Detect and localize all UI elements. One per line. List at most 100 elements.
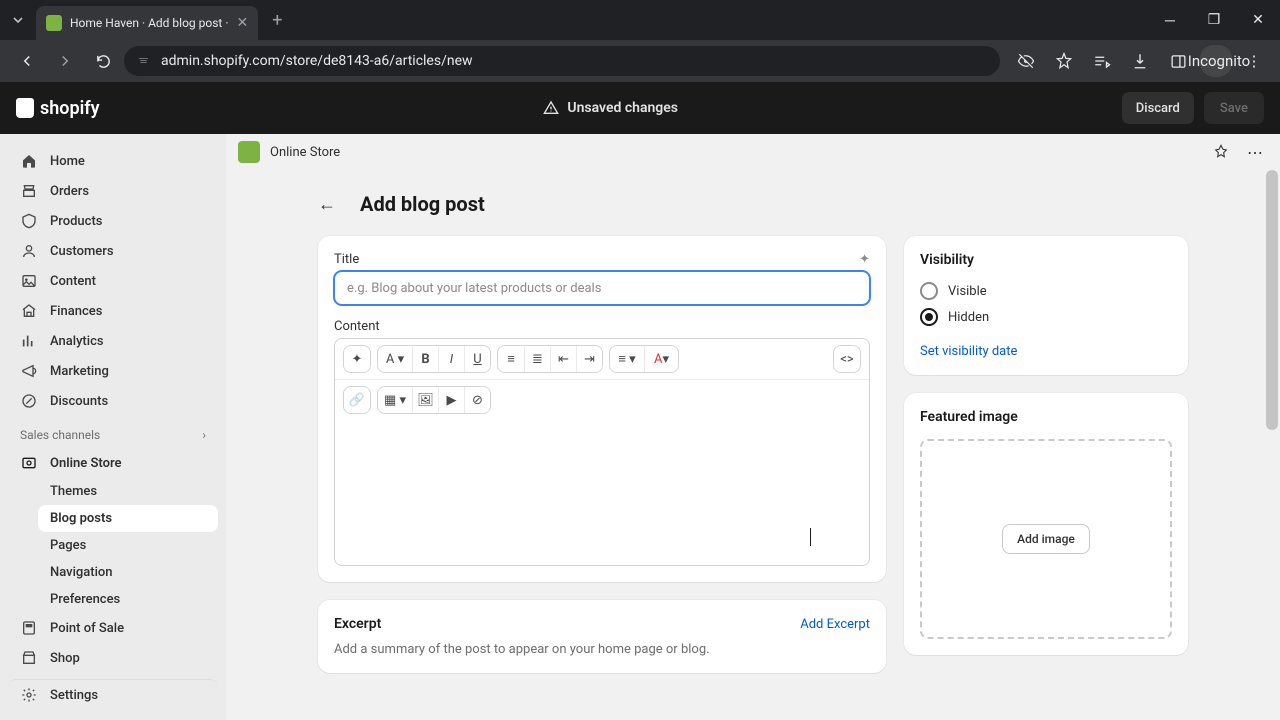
excerpt-description: Add a summary of the post to appear on y…: [334, 642, 870, 657]
more-icon[interactable]: ⋯: [1242, 139, 1268, 165]
browser-tab[interactable]: Home Haven · Add blog post · ✕: [36, 6, 258, 40]
playlist-icon[interactable]: [1086, 45, 1118, 77]
breadcrumb-label[interactable]: Online Store: [270, 145, 340, 160]
customers-icon: [20, 242, 38, 260]
chevron-right-icon: ›: [202, 428, 206, 442]
shopify-logo[interactable]: shopify: [16, 98, 100, 119]
page-header: ← Add blog post: [318, 192, 1188, 216]
italic-button[interactable]: I: [438, 346, 464, 372]
back-button[interactable]: [10, 44, 44, 78]
browser-tab-bar: Home Haven · Add blog post · ✕ + ─ ❐ ✕: [0, 0, 1280, 40]
address-bar[interactable]: admin.shopify.com/store/de8143-a6/articl…: [124, 46, 1000, 76]
visibility-hidden-radio[interactable]: Hidden: [920, 308, 1172, 326]
source-code-button[interactable]: <>: [834, 346, 860, 372]
clear-format-button[interactable]: ⊘: [464, 387, 490, 413]
eye-off-icon[interactable]: [1010, 45, 1042, 77]
reload-button[interactable]: [86, 44, 120, 78]
text-color-button[interactable]: A ▾: [644, 346, 678, 372]
nav-pos[interactable]: Point of Sale: [8, 613, 218, 643]
tab-search-button[interactable]: [0, 3, 36, 37]
pin-icon[interactable]: [1208, 139, 1234, 165]
window-controls: ─ ❐ ✕: [1148, 0, 1280, 40]
menu-icon[interactable]: ⋮: [1238, 45, 1270, 77]
browser-toolbar: admin.shopify.com/store/de8143-a6/articl…: [0, 40, 1280, 82]
page-title: Add blog post: [360, 192, 485, 216]
download-icon[interactable]: [1124, 45, 1156, 77]
paragraph-style-button[interactable]: A ▾: [378, 346, 412, 372]
nav-home[interactable]: Home: [8, 146, 218, 176]
excerpt-title: Excerpt: [334, 616, 381, 632]
nav-discounts[interactable]: Discounts: [8, 386, 218, 416]
minimize-button[interactable]: ─: [1148, 0, 1192, 40]
nav-orders[interactable]: Orders: [8, 176, 218, 206]
link-button[interactable]: 🔗: [344, 387, 370, 413]
visibility-title: Visibility: [920, 252, 1172, 268]
nav-shop[interactable]: Shop: [8, 643, 218, 673]
set-visibility-date-link[interactable]: Set visibility date: [920, 344, 1017, 359]
main-content: Online Store ⋯ ← Add blog post Title ✦: [226, 134, 1280, 720]
table-button[interactable]: ▦ ▾: [378, 387, 412, 413]
nav-settings[interactable]: Settings: [8, 679, 218, 710]
outdent-button[interactable]: ⇤: [550, 346, 576, 372]
store-icon: [20, 454, 38, 472]
nav-analytics[interactable]: Analytics: [8, 326, 218, 356]
sparkle-icon[interactable]: ✦: [859, 252, 870, 267]
add-image-button[interactable]: Add image: [1002, 524, 1090, 554]
sidebar: Home Orders Products Customers Content F…: [0, 134, 226, 720]
new-tab-button[interactable]: +: [258, 10, 296, 31]
numbered-list-button[interactable]: ≣: [524, 346, 550, 372]
visibility-visible-radio[interactable]: Visible: [920, 282, 1172, 300]
image-button[interactable]: 🖼: [412, 387, 438, 413]
title-label-row: Title ✦: [334, 252, 870, 267]
bold-button[interactable]: B: [412, 346, 438, 372]
nav-blog-posts[interactable]: Blog posts: [38, 505, 218, 532]
nav-customers[interactable]: Customers: [8, 236, 218, 266]
incognito-badge[interactable]: Incognito: [1200, 45, 1232, 77]
underline-button[interactable]: U: [464, 346, 490, 372]
discard-button[interactable]: Discard: [1122, 92, 1194, 124]
bookmark-icon[interactable]: [1048, 45, 1080, 77]
nav-products[interactable]: Products: [8, 206, 218, 236]
nav-online-store[interactable]: Online Store: [8, 448, 218, 478]
sales-channels-header[interactable]: Sales channels ›: [8, 416, 218, 448]
marketing-icon: [20, 362, 38, 380]
align-button[interactable]: ≡ ▾: [610, 346, 644, 372]
nav-pages[interactable]: Pages: [38, 532, 218, 559]
content-textarea[interactable]: [335, 420, 869, 565]
site-info-icon[interactable]: [136, 54, 151, 69]
nav-themes[interactable]: Themes: [38, 478, 218, 505]
scrollbar[interactable]: [1266, 170, 1278, 430]
nav-marketing[interactable]: Marketing: [8, 356, 218, 386]
video-button[interactable]: ▶: [438, 387, 464, 413]
products-icon: [20, 212, 38, 230]
featured-image-dropzone[interactable]: Add image: [920, 439, 1172, 639]
content-label: Content: [334, 319, 870, 334]
content-editor: ✦ A ▾ B I U ≡ ≣ ⇤: [334, 338, 870, 566]
nav-preferences[interactable]: Preferences: [38, 586, 218, 613]
featured-image-card: Featured image Add image: [904, 393, 1188, 655]
forward-button[interactable]: [48, 44, 82, 78]
indent-button[interactable]: ⇥: [576, 346, 602, 372]
nav-content[interactable]: Content: [8, 266, 218, 296]
logo-bag-icon: [16, 98, 34, 118]
content-icon: [20, 272, 38, 290]
analytics-icon: [20, 332, 38, 350]
back-arrow-icon[interactable]: ←: [318, 194, 346, 215]
close-tab-icon[interactable]: ✕: [236, 15, 248, 31]
nav-finances[interactable]: Finances: [8, 296, 218, 326]
home-icon: [20, 152, 38, 170]
close-window-button[interactable]: ✕: [1236, 0, 1280, 40]
text-cursor: [810, 528, 811, 546]
title-input[interactable]: [334, 271, 870, 305]
unsaved-changes-indicator: Unsaved changes: [543, 100, 678, 116]
featured-image-title: Featured image: [920, 409, 1172, 425]
discounts-icon: [20, 392, 38, 410]
nav-navigation[interactable]: Navigation: [38, 559, 218, 586]
maximize-button[interactable]: ❐: [1192, 0, 1236, 40]
ai-sparkle-button[interactable]: ✦: [344, 346, 370, 372]
title-content-card: Title ✦ Content ✦ A ▾ B: [318, 236, 886, 582]
bullet-list-button[interactable]: ≡: [498, 346, 524, 372]
add-excerpt-link[interactable]: Add Excerpt: [800, 617, 870, 632]
save-button[interactable]: Save: [1204, 92, 1264, 124]
gear-icon: [20, 686, 38, 704]
